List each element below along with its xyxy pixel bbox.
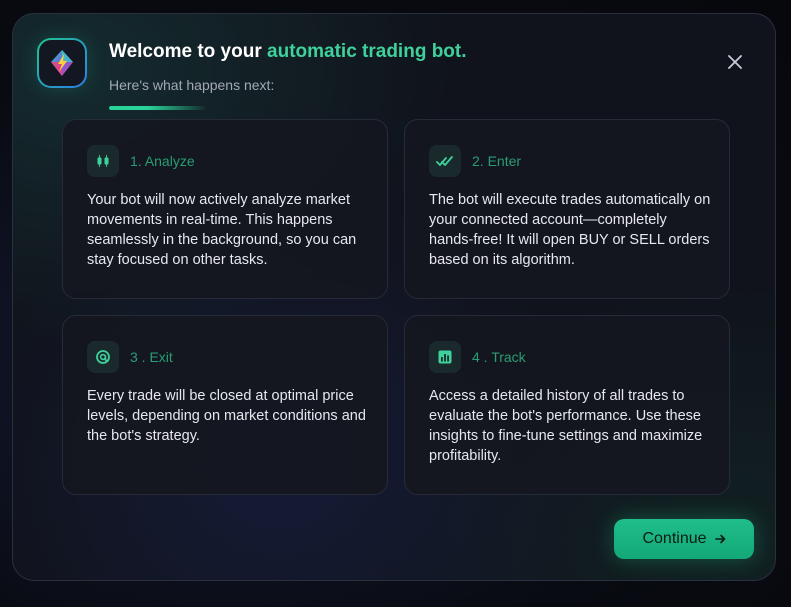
modal-title-prefix: Welcome to your — [109, 41, 268, 62]
arrow-right-icon — [714, 534, 726, 544]
at-target-icon — [87, 341, 119, 373]
step-description: Your bot will now actively analyze marke… — [87, 192, 357, 268]
step-label: 2. Enter — [472, 153, 522, 169]
step-label: 1. Analyze — [130, 153, 195, 169]
step-description: Access a detailed history of all trades … — [429, 388, 703, 464]
step-card-exit: 3 . Exit Every trade will be closed at o… — [62, 315, 388, 495]
step-label: 4 . Track — [472, 349, 526, 365]
modal-title: Welcome to your automatic trading bot. — [109, 41, 467, 63]
candlestick-icon — [87, 145, 119, 177]
welcome-modal: Welcome to your automatic trading bot. H… — [12, 13, 776, 581]
close-button[interactable] — [723, 50, 747, 74]
step-card-enter: 2. Enter The bot will execute trades aut… — [404, 119, 730, 299]
logo — [37, 38, 87, 88]
step-description: Every trade will be closed at optimal pr… — [87, 388, 366, 444]
gem-bolt-logo-icon — [39, 40, 85, 86]
step-description: The bot will execute trades automaticall… — [429, 192, 711, 268]
progress-fill — [109, 106, 205, 110]
double-check-icon — [429, 145, 461, 177]
modal-subtitle: Here's what happens next: — [109, 77, 275, 93]
step-card-track: 4 . Track Access a detailed history of a… — [404, 315, 730, 495]
continue-button-label: Continue — [642, 530, 707, 547]
continue-button[interactable]: Continue — [614, 519, 754, 559]
modal-title-accent: automatic trading bot. — [267, 41, 467, 62]
step-label: 3 . Exit — [130, 349, 173, 365]
step-card-analyze: 1. Analyze Your bot will now actively an… — [62, 119, 388, 299]
progress-bar — [109, 106, 205, 110]
close-icon — [728, 55, 742, 69]
bar-chart-icon — [429, 341, 461, 373]
